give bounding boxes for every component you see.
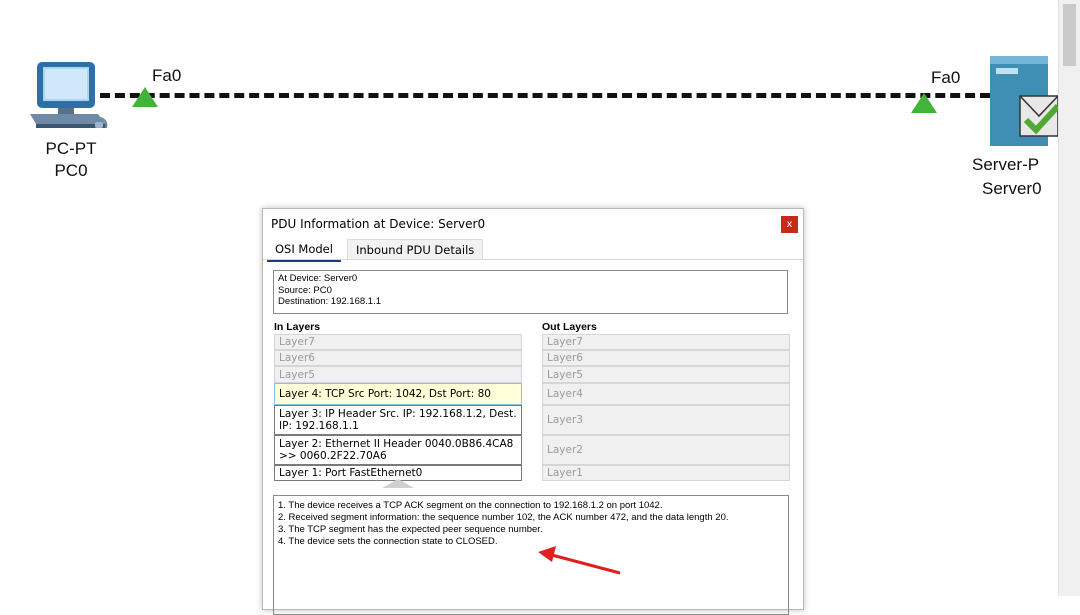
in-layer-7[interactable]: Layer7 [274,334,522,350]
dialog-titlebar[interactable]: PDU Information at Device: Server0 x [263,209,803,239]
description-line-2: 2. Received segment information: the seq… [278,512,729,523]
layer-description-box: 1. The device receives a TCP ACK segment… [273,495,789,615]
out-layer-2[interactable]: Layer2 [542,435,790,465]
tab-inbound-pdu-details[interactable]: Inbound PDU Details [347,239,484,259]
out-layer-5[interactable]: Layer5 [542,366,790,383]
pc-name-label: PC0 [54,161,88,180]
dialog-title: PDU Information at Device: Server0 [271,217,486,231]
layers-scroll-up-icon[interactable] [382,479,414,488]
tab-divider [263,259,803,260]
tab-bar: OSI Model Inbound PDU Details [263,239,803,262]
server-icon [990,56,1061,146]
source-text: Source: PC0 [278,284,332,296]
server-port-label: Fa0 [931,68,961,87]
in-layer-6[interactable]: Layer6 [274,350,522,366]
description-line-3: 3. The TCP segment has the expected peer… [278,524,543,535]
destination-text: Destination: 192.168.1.1 [278,296,381,307]
in-layer-5[interactable]: Layer5 [274,366,522,383]
in-layer-4[interactable]: Layer 4: TCP Src Port: 1042, Dst Port: 8… [274,383,522,405]
server-port-status-icon [911,93,937,113]
device-info-box: At Device: Server0 Source: PC0 Destinati… [273,270,788,314]
in-layer-3[interactable]: Layer 3: IP Header Src. IP: 192.168.1.2,… [274,405,522,435]
in-layers-header: In Layers [274,321,321,333]
vertical-scrollbar[interactable] [1058,0,1080,596]
server-device[interactable] [986,50,1061,150]
out-layer-3[interactable]: Layer3 [542,405,790,435]
scrollbar-thumb[interactable] [1063,4,1076,66]
in-layer-2[interactable]: Layer 2: Ethernet II Header 0040.0B86.4C… [274,435,522,465]
close-button[interactable]: x [781,216,798,233]
server-type-label: Server-P [972,155,1040,174]
pc-type-label: PC-PT [45,139,97,158]
pc-icon [30,62,108,129]
out-layer-7[interactable]: Layer7 [542,334,790,350]
pc-port-label: Fa0 [152,66,182,85]
ethernet-link[interactable] [100,93,990,98]
out-layer-4[interactable]: Layer4 [542,383,790,405]
description-line-4: 4. The device sets the connection state … [278,536,498,547]
out-layers-header: Out Layers [542,321,597,333]
at-device-text: At Device: Server0 [278,273,358,284]
pdu-info-dialog: PDU Information at Device: Server0 x OSI… [262,208,804,615]
description-line-1: 1. The device receives a TCP ACK segment… [278,500,663,511]
pc-port-status-icon [132,87,158,107]
out-layer-6[interactable]: Layer6 [542,350,790,366]
pc-device[interactable] [28,58,113,133]
out-layer-1[interactable]: Layer1 [542,465,790,481]
